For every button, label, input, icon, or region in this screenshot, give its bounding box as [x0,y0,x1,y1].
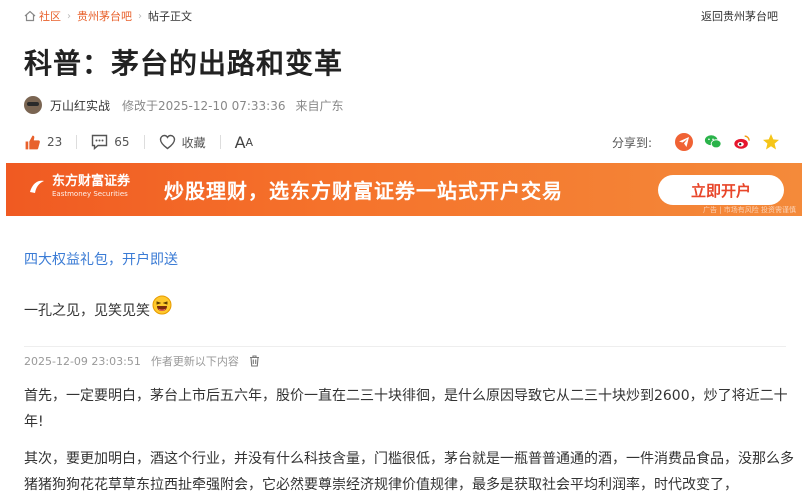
back-to-forum-link[interactable]: 返回贵州茅台吧 [701,8,778,24]
update-time: 2025-12-09 23:03:51 [24,354,141,368]
font-size-small-label: A [245,135,254,149]
thumbs-up-icon [25,135,40,149]
content-paragraph-1: 首先，一定要明白，茅台上市后五六年，股价一直在二三十块徘徊，是什么原因导致它从二… [24,388,788,430]
comment-icon [92,134,108,150]
post-actions: 23 65 收藏 AA [24,131,253,153]
modified-time: 修改于2025-12-10 07:33:36 [122,98,286,113]
post-title: 科普：茅台的出路和变革 [24,47,344,80]
banner-slogan: 炒股理财，选东方财富证券一站式开户交易 [164,179,563,203]
share-bar: 分享到: [612,131,780,153]
trash-icon[interactable] [249,355,260,367]
post-source: 来自广东 [295,98,344,113]
breadcrumb-forum-link[interactable]: 贵州茅台吧 [77,8,132,24]
share-wechat-icon[interactable] [704,133,722,151]
share-label: 分享到: [611,135,652,150]
update-note: 作者更新以下内容 [150,355,239,368]
share-weibo-icon[interactable] [733,133,751,151]
breadcrumb-current: 帖子正文 [148,10,192,23]
breadcrumb-separator: › [138,10,142,22]
favorite-label: 收藏 [181,135,206,150]
banner-brand-en: Eastmoney Securities [52,190,128,198]
banner-brand-name: 东方财富证券 [52,174,131,189]
promo-link[interactable]: 四大权益礼包，开户即送 [24,249,178,269]
font-size-large-label: A [234,132,246,152]
like-button[interactable]: 23 [24,134,62,151]
open-account-button[interactable]: 立即开户 [658,175,784,205]
divider [76,135,78,149]
eastmoney-logo-icon [30,180,44,193]
heart-icon [159,134,175,150]
breadcrumb-separator: › [67,10,71,22]
breadcrumb-community-link[interactable]: 社区 [39,8,61,24]
breadcrumb: 社区 › 贵州茅台吧 › 帖子正文 [24,7,192,25]
avatar[interactable] [24,96,42,114]
like-count: 23 [47,135,63,149]
intro-text: 一孔之见，见笑见笑 [24,303,150,319]
favorite-button[interactable]: 收藏 [159,134,206,151]
comment-count: 65 [114,135,130,149]
banner-brand: 东方财富证券 Eastmoney Securities [28,175,130,199]
update-notice: 2025-12-09 23:03:51 作者更新以下内容 [24,353,260,369]
font-size-button[interactable]: AA [235,133,253,152]
author-name[interactable]: 万山红实战 [50,97,110,114]
content-paragraph-2: 其次，要更加明白，酒这个行业，并没有什么科技含量，门槛很低，茅台就是一瓶普普通通… [24,451,794,493]
ad-disclaimer: 广告 | 市场有风险 投资需谨慎 [702,206,796,214]
share-telegram-icon[interactable] [675,133,693,151]
home-icon[interactable] [24,10,36,22]
divider [143,135,145,149]
divider [219,135,221,149]
content-divider [24,346,786,347]
share-qzone-star-icon[interactable] [762,133,780,151]
comment-button[interactable]: 65 [91,134,130,150]
post-meta: 万山红实战 修改于2025-12-10 07:33:36 来自广东 [24,95,343,115]
post-intro: 一孔之见，见笑见笑 [24,295,172,320]
ad-banner[interactable]: 东方财富证券 Eastmoney Securities 炒股理财，选东方财富证券… [6,163,802,216]
laughing-emoji-icon [152,295,172,315]
